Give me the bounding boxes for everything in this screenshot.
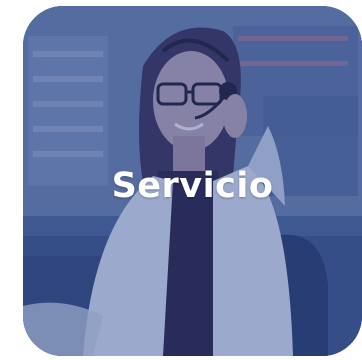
card-title: Servicio: [111, 166, 274, 206]
servicio-card[interactable]: Servicio: [23, 6, 362, 356]
